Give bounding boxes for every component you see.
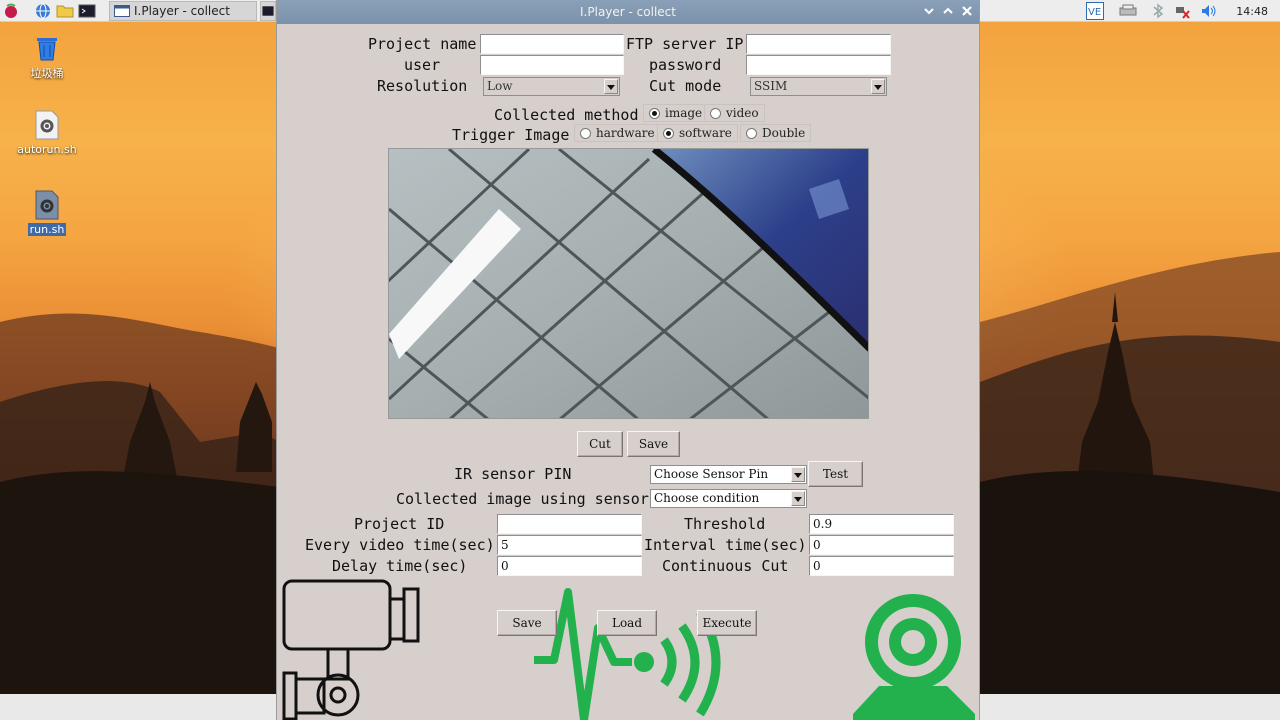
radio-label: image — [665, 106, 703, 120]
ir-sensor-pin-label: IR sensor PIN — [454, 465, 572, 483]
radio-label: Double — [762, 126, 806, 140]
interval-time-label: Interval time(sec) — [644, 536, 807, 554]
project-id-label: Project ID — [354, 515, 445, 533]
taskbar-task-label: I.Player - collect — [134, 4, 230, 18]
trigger-image-label: Trigger Image — [452, 126, 570, 144]
radio-unselected-icon — [580, 127, 591, 139]
window-title: I.Player - collect — [580, 5, 676, 19]
camera-preview-image — [389, 149, 868, 418]
folder-icon[interactable] — [54, 0, 76, 22]
execute-button[interactable]: Execute — [697, 610, 757, 636]
minimize-button[interactable] — [921, 3, 937, 19]
iplayer-collect-window: I.Player - collect Project name FTP serv… — [276, 0, 980, 720]
collected-condition-select[interactable]: Choose condition — [650, 489, 807, 508]
resolution-value: Low — [487, 79, 513, 93]
continuous-cut-label: Continuous Cut — [662, 557, 789, 575]
desktop-icon-autorun[interactable]: autorun.sh — [7, 110, 87, 156]
project-id-input[interactable] — [497, 514, 642, 534]
chevron-up-icon — [943, 7, 953, 14]
resolution-label: Resolution — [377, 77, 468, 95]
resolution-select[interactable]: Low — [483, 77, 620, 96]
delay-time-input[interactable]: 0 — [497, 556, 642, 576]
camera-preview — [388, 148, 869, 419]
radio-label: software — [679, 126, 732, 140]
cut-mode-select[interactable]: SSIM — [750, 77, 887, 96]
chevron-down-icon — [924, 8, 934, 15]
threshold-input[interactable]: 0.9 — [809, 514, 954, 534]
ftp-server-label: FTP server IP — [626, 35, 744, 53]
raspberry-icon[interactable] — [0, 0, 22, 22]
password-input[interactable] — [746, 55, 891, 75]
video-time-input[interactable]: 5 — [497, 535, 642, 555]
delay-time-label: Delay time(sec) — [332, 557, 468, 575]
radio-selected-icon — [649, 107, 660, 119]
password-label: password — [649, 56, 722, 74]
terminal-icon[interactable] — [76, 0, 98, 22]
cut-mode-label: Cut mode — [649, 77, 722, 95]
radio-selected-icon — [663, 127, 674, 139]
save-button[interactable]: Save — [497, 610, 557, 636]
video-time-label: Every video time(sec) — [305, 536, 495, 554]
ir-sensor-pin-value: Choose Sensor Pin — [654, 467, 769, 481]
printer-icon[interactable] — [1118, 4, 1138, 18]
globe-icon[interactable] — [32, 0, 54, 22]
svg-text:VE: VE — [1088, 7, 1101, 18]
collected-condition-label: Collected image using sensor — [396, 490, 649, 508]
script-gear-icon — [7, 110, 87, 140]
cut-mode-value: SSIM — [754, 79, 788, 93]
trigger-radio-software[interactable]: software — [657, 124, 738, 142]
preview-save-button[interactable]: Save — [627, 431, 680, 457]
interval-time-input[interactable]: 0 — [809, 535, 954, 555]
radio-label: hardware — [596, 126, 655, 140]
dropdown-arrow-icon — [791, 491, 805, 506]
vnc-icon[interactable]: VE — [1086, 2, 1105, 20]
user-input[interactable] — [480, 55, 624, 75]
close-icon — [962, 6, 972, 16]
method-radio-video[interactable]: video — [704, 104, 765, 122]
desktop-icon-trash[interactable]: 垃圾桶 — [7, 32, 87, 81]
ir-sensor-pin-select[interactable]: Choose Sensor Pin — [650, 465, 807, 484]
trash-icon — [7, 32, 87, 62]
method-radio-image[interactable]: image — [643, 104, 709, 122]
script-gear-icon — [7, 190, 87, 220]
maximize-button[interactable] — [940, 3, 956, 19]
radio-unselected-icon — [710, 107, 721, 119]
load-button[interactable]: Load — [597, 610, 657, 636]
collected-condition-value: Choose condition — [654, 491, 760, 505]
volume-icon[interactable] — [1200, 3, 1218, 19]
terminal-icon — [262, 6, 274, 16]
close-button[interactable] — [959, 3, 975, 19]
radio-unselected-icon — [746, 127, 757, 139]
window-icon — [114, 5, 130, 17]
desktop-icon-label: run.sh — [27, 223, 67, 236]
taskbar-task-terminal[interactable] — [260, 1, 276, 21]
dropdown-arrow-icon — [791, 467, 805, 482]
desktop-icon-run[interactable]: run.sh — [7, 190, 87, 236]
taskbar-task-iplayer[interactable]: I.Player - collect — [109, 1, 257, 21]
system-tray: VE 14:48 — [1086, 0, 1280, 22]
project-name-label: Project name — [368, 35, 477, 53]
project-name-input[interactable] — [480, 34, 624, 54]
webcam-icon — [853, 594, 975, 720]
trigger-radio-hardware[interactable]: hardware — [574, 124, 661, 142]
desktop-icon-label: 垃圾桶 — [30, 67, 64, 80]
continuous-cut-input[interactable]: 0 — [809, 556, 954, 576]
bluetooth-icon[interactable] — [1152, 3, 1164, 19]
sensor-signal-icon — [534, 588, 721, 720]
ftp-server-input[interactable] — [746, 34, 891, 54]
radio-label: video — [726, 106, 759, 120]
dropdown-arrow-icon — [871, 79, 885, 94]
test-button[interactable]: Test — [808, 461, 863, 487]
window-titlebar[interactable]: I.Player - collect — [277, 0, 979, 24]
cctv-camera-icon — [282, 579, 420, 720]
user-label: user — [404, 56, 441, 74]
trigger-radio-double[interactable]: Double — [740, 124, 812, 142]
threshold-label: Threshold — [684, 515, 766, 533]
network-disconnected-icon[interactable] — [1174, 3, 1191, 19]
dropdown-arrow-icon — [604, 79, 618, 94]
cut-button[interactable]: Cut — [577, 431, 623, 457]
collected-method-label: Collected method — [494, 106, 639, 124]
clock: 14:48 — [1236, 4, 1268, 18]
desktop-icon-label: autorun.sh — [17, 143, 77, 156]
